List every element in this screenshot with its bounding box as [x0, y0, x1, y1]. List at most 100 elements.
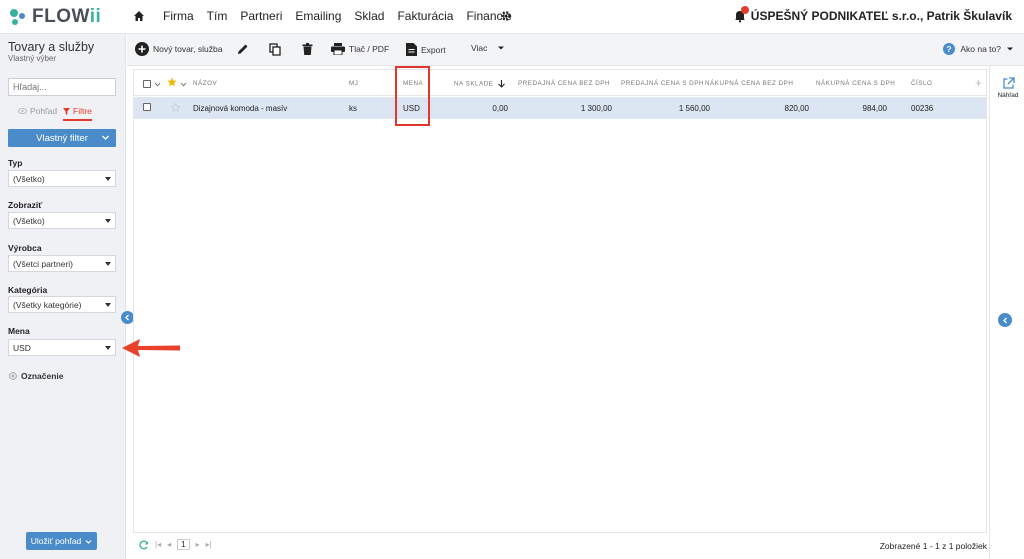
filter-show-value: (Všetko) [13, 216, 45, 226]
sidebar-tabs: Pohľad Filtre [8, 106, 116, 122]
home-icon[interactable] [133, 10, 145, 22]
print-pdf-button[interactable]: Tlač / PDF [331, 43, 389, 55]
column-header-unit[interactable]: MJ [349, 80, 358, 87]
caret-down-icon [498, 46, 505, 50]
tab-view[interactable]: Pohľad [18, 106, 57, 116]
first-page-icon[interactable]: |◂ [155, 540, 161, 549]
new-item-button[interactable]: Nový tovar, služba [135, 42, 222, 56]
tagging-toggle[interactable]: Označenie [9, 371, 64, 381]
dropdown-arrow-icon [105, 303, 111, 307]
custom-filter-button[interactable]: Vlastný filter [8, 129, 116, 147]
chevron-left-icon [1002, 317, 1007, 323]
refresh-icon[interactable] [139, 539, 149, 550]
column-header-sale-net[interactable]: PREDAJNÁ CENA BEZ DPH [518, 80, 610, 87]
tagging-label: Označenie [21, 371, 64, 381]
nav-item-tim[interactable]: Tím [207, 9, 228, 23]
flowii-logo[interactable]: FLOWii [8, 6, 101, 28]
plus-circle-icon [9, 372, 17, 380]
page-subtitle: Vlastný výber [8, 54, 57, 63]
chevron-down-icon [85, 539, 92, 544]
collapse-right-panel-button[interactable] [998, 313, 1012, 327]
filter-manufacturer-select[interactable]: (Všetci partneri) [8, 255, 116, 272]
dropdown-arrow-icon [105, 177, 111, 181]
currency-column-highlight [395, 66, 430, 126]
new-item-label: Nový tovar, služba [153, 44, 223, 54]
nav-item-firma[interactable]: Firma [163, 9, 194, 23]
column-header-stock-label: NA SKLADE [454, 80, 494, 88]
dropdown-arrow-icon [105, 262, 111, 266]
select-all-checkbox[interactable] [143, 80, 151, 88]
chevron-down-icon[interactable] [154, 82, 161, 87]
add-column-icon[interactable]: + [975, 76, 982, 90]
next-page-icon[interactable]: ▸ [196, 540, 200, 549]
filter-manufacturer-label: Výrobca [8, 243, 42, 253]
filter-category-label: Kategória [8, 285, 48, 295]
annotation-arrow-icon [122, 339, 180, 357]
column-header-name[interactable]: NÁZOV [193, 80, 217, 87]
preview-label: Náhľad [997, 92, 1019, 99]
company-account[interactable]: ÚSPEŠNÝ PODNIKATEĽ s.r.o., Patrik Škulav… [733, 6, 1012, 23]
star-icon[interactable] [167, 77, 177, 87]
copy-icon [269, 43, 281, 56]
products-grid: NÁZOV MJ MENA NA SKLADE PREDAJNÁ CENA BE… [133, 69, 987, 533]
column-header-sale-gross[interactable]: PREDAJNÁ CENA S DPH [621, 80, 704, 87]
more-label: Viac [471, 43, 488, 53]
export-file-icon [406, 43, 417, 56]
nav-item-emailing[interactable]: Emailing [295, 9, 341, 23]
tab-filters[interactable]: Filtre [63, 106, 92, 121]
delete-button[interactable] [302, 43, 313, 55]
search-input[interactable] [8, 78, 116, 96]
items-count: Zobrazené 1 - 1 z 1 položiek [879, 541, 987, 551]
filter-category-value: (Všetky kategórie) [13, 300, 82, 310]
filter-type-select[interactable]: (Všetko) [8, 170, 116, 187]
column-header-stock[interactable]: NA SKLADE [454, 80, 505, 88]
filter-manufacturer-value: (Všetci partneri) [13, 259, 73, 269]
nav-item-sklad[interactable]: Sklad [354, 9, 384, 23]
save-view-button[interactable]: Uložiť pohľad [26, 532, 97, 550]
grid-header: NÁZOV MJ MENA NA SKLADE PREDAJNÁ CENA BE… [134, 70, 986, 96]
edit-button[interactable] [237, 43, 249, 55]
notification-bell-icon[interactable] [733, 6, 749, 23]
filter-category-select[interactable]: (Všetky kategórie) [8, 296, 116, 313]
copy-button[interactable] [269, 43, 281, 56]
eye-icon [18, 108, 27, 114]
help-circle-icon: ? [943, 43, 956, 55]
last-page-icon[interactable]: ▸| [206, 540, 212, 549]
filter-show-label: Zobraziť [8, 200, 43, 210]
filter-type-value: (Všetko) [13, 174, 45, 184]
column-header-purchase-net[interactable]: NÁKUPNÁ CENA BEZ DPH [705, 80, 793, 87]
help-label: Ako na to? [960, 44, 1001, 54]
filter-currency-value: USD [13, 343, 31, 353]
sort-desc-icon [497, 80, 505, 88]
pencil-icon [238, 44, 248, 54]
help-link[interactable]: ? Ako na to? [943, 43, 1014, 55]
previous-page-icon[interactable]: ◂ [167, 540, 171, 549]
current-page[interactable]: 1 [177, 539, 190, 550]
pager: |◂ ◂ 1 ▸ ▸| [139, 539, 212, 550]
logo-text: FLOWii [32, 6, 102, 27]
nav-item-fakturacia[interactable]: Fakturácia [397, 9, 453, 23]
cell-sale-net: 1 300,00 [580, 104, 612, 113]
table-row[interactable]: Dizajnová komoda - masív ks USD 0,00 1 3… [134, 97, 986, 119]
plus-circle-icon [135, 42, 149, 56]
caret-down-icon [1007, 47, 1013, 51]
chevron-down-icon[interactable] [180, 82, 187, 87]
gear-icon[interactable] [500, 10, 512, 22]
export-button[interactable]: Export [406, 43, 446, 56]
external-link-icon [1002, 77, 1015, 89]
column-header-number[interactable]: ČÍSLO [911, 80, 932, 87]
chevron-left-icon [125, 314, 129, 321]
star-outline-icon[interactable] [171, 103, 180, 112]
cell-purchase-gross: 984,00 [862, 104, 887, 113]
column-header-purchase-gross[interactable]: NÁKUPNÁ CENA S DPH [816, 80, 895, 87]
preview-button[interactable]: Náhľad [996, 77, 1020, 99]
main-menu: Firma Tím Partneri Emailing Sklad Faktur… [163, 9, 525, 23]
filter-currency-select[interactable]: USD [8, 339, 116, 356]
filter-show-select[interactable]: (Všetko) [8, 212, 116, 229]
row-checkbox[interactable] [143, 103, 151, 111]
nav-item-partneri[interactable]: Partneri [240, 9, 282, 23]
logo-mark-icon [10, 9, 25, 25]
dropdown-arrow-icon [105, 219, 111, 223]
more-dropdown[interactable]: Viac [471, 43, 505, 53]
filter-icon [63, 107, 70, 115]
